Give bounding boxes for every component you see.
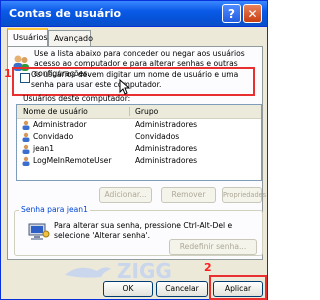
user-icon (22, 156, 30, 166)
tab-users[interactable]: Usuários (7, 28, 48, 47)
password-computer-icon (28, 223, 50, 240)
reset-password-button[interactable]: Redefinir senha... (169, 239, 257, 255)
user-name: LogMeInRemoteUser (33, 156, 112, 165)
user-group: Administradores (135, 156, 198, 165)
user-group: Administradores (135, 120, 198, 129)
user-name: Administrador (33, 120, 87, 129)
user-icon (22, 144, 30, 154)
watermark-logo-icon: ZIGG (65, 259, 172, 281)
properties-button[interactable]: Propriedades (222, 187, 266, 203)
close-button[interactable]: ✕ (243, 4, 262, 23)
users-list[interactable]: Nome de usuário Grupo Administrador Admi… (16, 104, 262, 181)
step2-highlight (209, 275, 267, 300)
step2-annotation: 2 (204, 261, 212, 274)
user-icon (22, 120, 30, 130)
require-login-label[interactable]: Os usuários devem digitar um nome de usu… (31, 70, 253, 90)
tab-advanced[interactable]: Avançado (48, 30, 93, 46)
user-group: Administradores (135, 144, 198, 153)
password-instructions: Para alterar sua senha, pressione Ctrl-A… (54, 221, 233, 240)
column-header-username[interactable]: Nome de usuário (23, 107, 88, 116)
help-button[interactable]: ? (222, 4, 241, 23)
column-separator (129, 107, 130, 116)
window-title: Contas de usuário (9, 7, 122, 20)
watermark-text: ZIGG (117, 259, 172, 281)
ok-button[interactable]: OK (103, 281, 153, 297)
mouse-cursor-icon (119, 79, 131, 95)
remove-user-button[interactable]: Remover (161, 187, 216, 203)
require-login-checkbox[interactable] (20, 73, 30, 83)
user-name: jean1 (33, 144, 55, 153)
password-group-legend: Senha para jean1 (19, 205, 90, 214)
table-row[interactable]: Administrador Administradores (17, 119, 261, 131)
user-accounts-dialog: Contas de usuário ? ✕ Usuários Avançado … (0, 0, 268, 300)
cancel-button[interactable]: Cancelar (156, 281, 208, 297)
table-row[interactable]: Convidado Convidados (17, 131, 261, 143)
user-name: Convidado (33, 132, 74, 141)
title-bar[interactable]: Contas de usuário ? ✕ (1, 1, 267, 27)
table-row[interactable]: jean1 Administradores (17, 143, 261, 155)
users-list-header: Nome de usuário Grupo (17, 105, 261, 119)
user-icon (22, 132, 30, 142)
users-list-caption: Usuários deste computador: (23, 94, 131, 103)
add-user-button[interactable]: Adicionar... (99, 187, 152, 203)
table-row[interactable]: LogMeInRemoteUser Administradores (17, 155, 261, 167)
column-header-group[interactable]: Grupo (135, 107, 158, 116)
step1-annotation: 1 (4, 67, 12, 80)
user-group: Convidados (135, 132, 180, 141)
